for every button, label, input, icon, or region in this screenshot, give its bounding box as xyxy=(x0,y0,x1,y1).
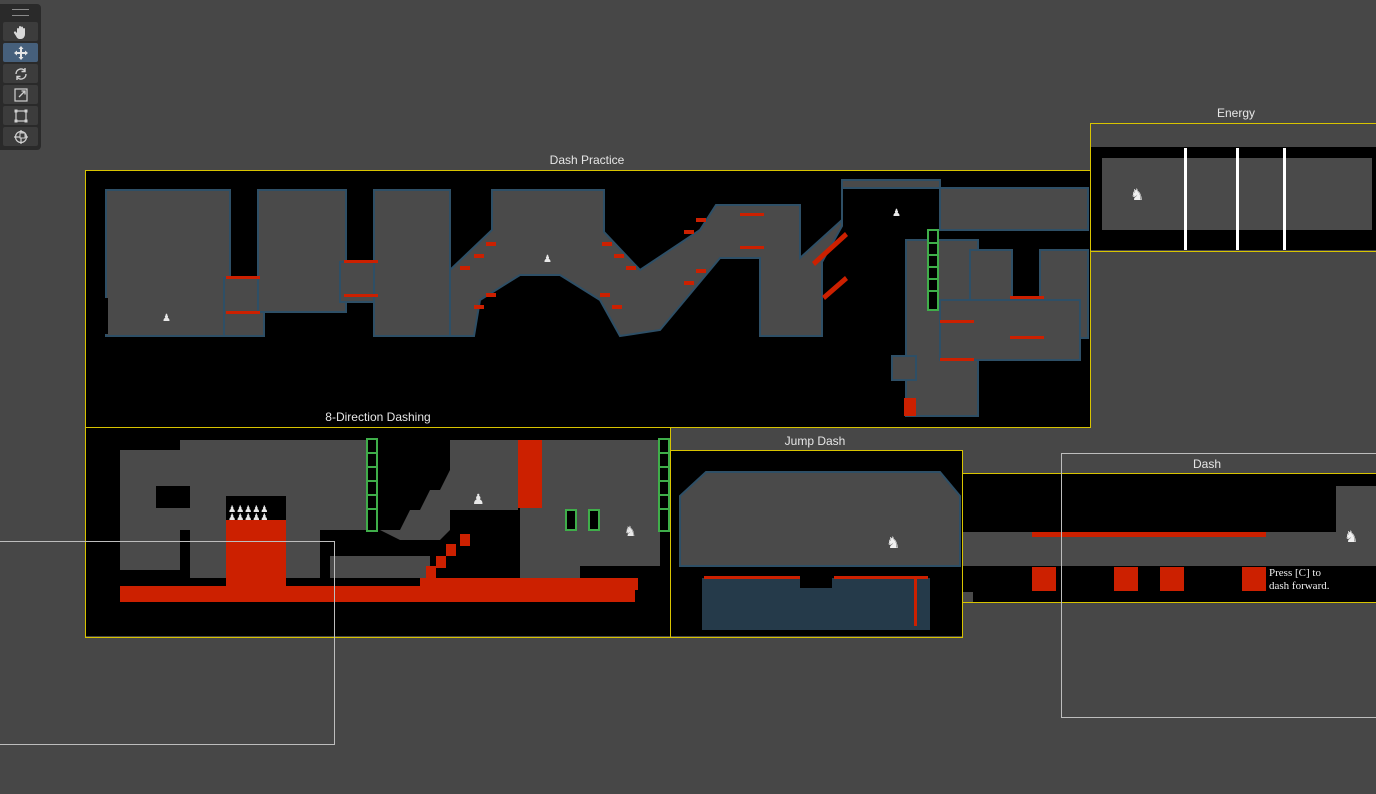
rotate-icon xyxy=(14,67,27,80)
rect-transform-icon xyxy=(14,109,27,122)
scale-icon xyxy=(13,87,28,102)
rect-tool-button[interactable] xyxy=(3,106,38,125)
scene-label-eight-direction: 8-Direction Dashing xyxy=(325,410,431,424)
scene-label-dash: Dash xyxy=(1192,457,1222,471)
hand-tool-button[interactable] xyxy=(3,22,38,41)
transform-tool-button[interactable] xyxy=(3,127,38,146)
hint-line-2: dash forward. xyxy=(1269,580,1330,592)
eight-direction-camera-bounds[interactable] xyxy=(0,541,335,745)
scene-label-energy: Energy xyxy=(1216,106,1256,120)
energy-frame[interactable] xyxy=(1090,123,1376,252)
tool-palette xyxy=(0,4,41,150)
scale-tool-button[interactable] xyxy=(3,85,38,104)
rotate-tool-button[interactable] xyxy=(3,64,38,83)
hint-line-1: Press [C] to xyxy=(1269,567,1321,579)
scene-label-jump-dash: Jump Dash xyxy=(784,434,846,448)
move-arrows-icon xyxy=(13,45,28,60)
jump-dash-frame[interactable] xyxy=(670,450,963,638)
dash-practice-frame[interactable] xyxy=(85,170,1091,428)
transform-icon xyxy=(13,129,28,144)
dash-hint-text: Press [C] to dash forward. xyxy=(1269,567,1329,593)
scene-label-dash-practice: Dash Practice xyxy=(549,153,625,167)
move-tool-button[interactable] xyxy=(3,43,38,62)
drag-grip-icon[interactable] xyxy=(12,9,29,16)
hand-icon xyxy=(13,25,25,39)
